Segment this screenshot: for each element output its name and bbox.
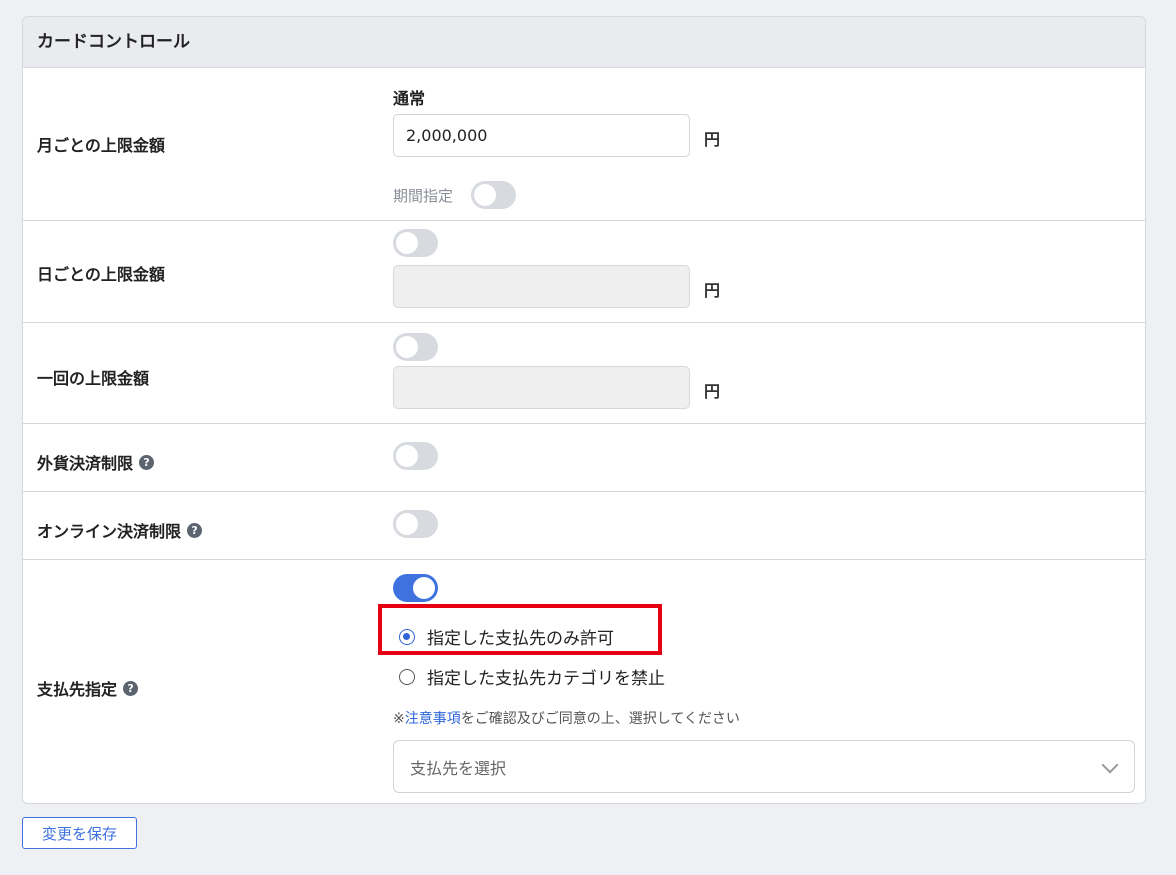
note-suffix: をご確認及びご同意の上、選択してください	[460, 711, 740, 727]
toggle-knob	[474, 184, 496, 206]
foreign-currency-toggle[interactable]	[393, 442, 438, 470]
radio-unchecked-icon[interactable]	[399, 668, 415, 685]
daily-limit-row: 日ごとの上限金額 円	[23, 221, 1145, 323]
period-toggle[interactable]	[471, 181, 516, 209]
online-payment-text: オンライン決済制限	[37, 522, 182, 541]
card-control-panel: カードコントロール 月ごとの上限金額 通常 2,000,000 円 期間指定 日…	[22, 16, 1146, 804]
payee-option-block-category[interactable]: 指定した支払先カテゴリを禁止	[399, 664, 665, 689]
toggle-knob	[396, 232, 418, 254]
foreign-currency-label: 外貨決済制限 ?	[37, 450, 155, 474]
single-limit-toggle[interactable]	[393, 333, 438, 361]
payee-label: 支払先指定 ?	[37, 676, 139, 700]
foreign-currency-text: 外貨決済制限	[37, 454, 134, 473]
help-icon[interactable]: ?	[123, 680, 139, 696]
daily-limit-toggle[interactable]	[393, 229, 438, 257]
single-limit-label: 一回の上限金額	[37, 369, 150, 388]
single-limit-row: 一回の上限金額 円	[23, 323, 1145, 424]
chevron-down-icon	[1101, 756, 1119, 774]
note-prefix: ※	[393, 711, 405, 727]
terms-link[interactable]: 注意事項	[405, 711, 461, 727]
toggle-knob	[396, 513, 418, 535]
single-limit-input[interactable]	[393, 366, 690, 409]
payee-option-block-label: 指定した支払先カテゴリを禁止	[427, 669, 665, 689]
payee-select-placeholder: 支払先を選択	[410, 758, 507, 778]
foreign-currency-row: 外貨決済制限 ?	[23, 424, 1145, 492]
highlight-annotation	[378, 604, 662, 655]
monthly-limit-label: 月ごとの上限金額	[37, 136, 165, 155]
monthly-limit-input[interactable]: 2,000,000	[393, 114, 690, 157]
payee-select[interactable]: 支払先を選択	[393, 740, 1135, 793]
toggle-knob	[396, 445, 418, 467]
payee-text: 支払先指定	[37, 680, 118, 699]
payee-toggle[interactable]	[393, 574, 438, 602]
daily-limit-label: 日ごとの上限金額	[37, 265, 165, 284]
card-title: カードコントロール	[23, 17, 1145, 68]
help-icon[interactable]: ?	[187, 522, 203, 538]
toggle-knob	[413, 577, 435, 599]
normal-sublabel: 通常	[393, 89, 426, 108]
save-changes-button[interactable]: 変更を保存	[22, 817, 137, 849]
payee-note: ※注意事項をご確認及びご同意の上、選択してください	[393, 708, 740, 728]
daily-limit-input[interactable]	[393, 265, 690, 308]
yen-unit: 円	[704, 382, 721, 401]
period-label: 期間指定	[393, 187, 454, 205]
yen-unit: 円	[704, 130, 721, 149]
monthly-limit-row: 月ごとの上限金額 通常 2,000,000 円 期間指定	[23, 68, 1145, 221]
payee-row: 支払先指定 ? 指定した支払先のみ許可 指定した支払先カテゴリを禁止 ※注意事項…	[23, 560, 1145, 803]
toggle-knob	[396, 336, 418, 358]
yen-unit: 円	[704, 281, 721, 300]
help-icon[interactable]: ?	[139, 454, 155, 470]
online-payment-row: オンライン決済制限 ?	[23, 492, 1145, 560]
online-payment-label: オンライン決済制限 ?	[37, 518, 203, 542]
online-payment-toggle[interactable]	[393, 510, 438, 538]
